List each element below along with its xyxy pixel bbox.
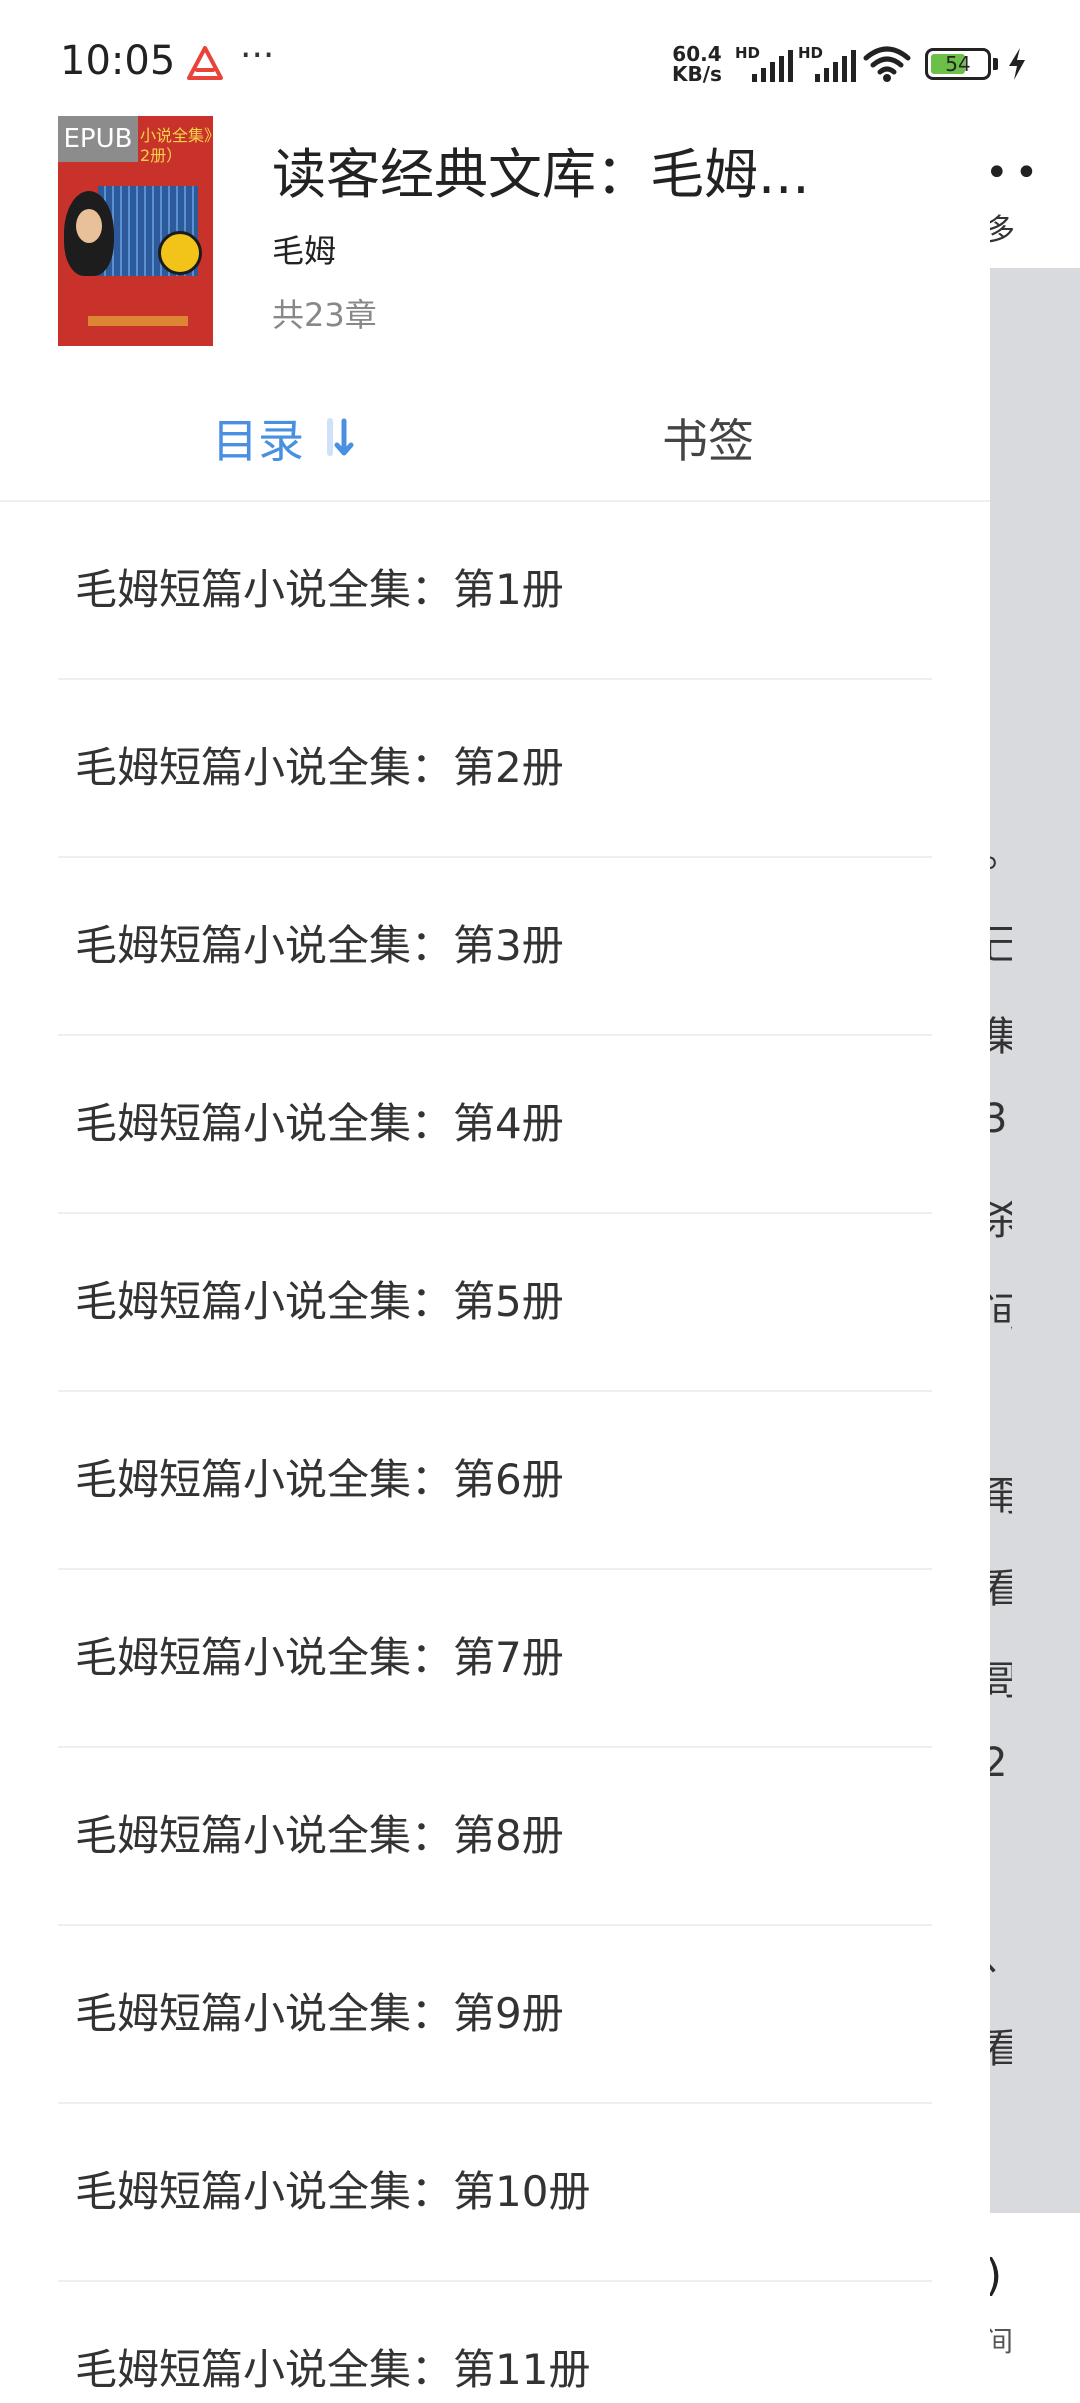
cover-seal <box>158 231 202 275</box>
book-author: 毛姆 <box>272 232 337 270</box>
wifi-icon <box>863 46 911 82</box>
signal-icon: HD <box>735 44 793 82</box>
chapter-item[interactable]: 毛姆短篇小说全集：第4册 <box>0 1036 990 1214</box>
chapter-item[interactable]: 毛姆短篇小说全集：第6册 <box>0 1392 990 1570</box>
chapter-title: 毛姆短篇小说全集：第5册 <box>75 1277 564 1326</box>
network-speed: 60.4 KB/s <box>672 44 722 84</box>
status-bar: 10:05 ··· 60.4 KB/s HD HD 54 <box>0 0 1080 120</box>
chapter-title: 毛姆短篇小说全集：第3册 <box>75 921 564 970</box>
network-speed-unit: KB/s <box>672 62 722 86</box>
cover-title-line: 2册） <box>140 146 183 165</box>
chapter-title: 毛姆短篇小说全集：第8册 <box>75 1811 564 1860</box>
charging-icon <box>1009 48 1025 80</box>
chapter-item[interactable]: 毛姆短篇小说全集：第8册 <box>0 1748 990 1926</box>
chapter-list: 毛姆短篇小说全集：第1册 毛姆短篇小说全集：第2册 毛姆短篇小说全集：第3册 毛… <box>0 502 990 2403</box>
epub-badge: EPUB <box>58 116 138 162</box>
chapter-count: 共23章 <box>272 296 377 334</box>
sort-order-icon[interactable] <box>318 415 358 459</box>
clock: 10:05 <box>60 38 176 84</box>
app-notification-icon <box>187 46 223 80</box>
chapter-title: 毛姆短篇小说全集：第11册 <box>75 2345 591 2394</box>
chapter-item[interactable]: 毛姆短篇小说全集：第9册 <box>0 1926 990 2104</box>
cover-portrait <box>64 191 114 276</box>
more-dots-icon[interactable]: •• <box>985 150 1044 196</box>
chapter-item[interactable]: 毛姆短篇小说全集：第7册 <box>0 1570 990 1748</box>
chapter-item[interactable]: 毛姆短篇小说全集：第2册 <box>0 680 990 858</box>
chapter-title: 毛姆短篇小说全集：第2册 <box>75 743 564 792</box>
book-cover: EPUB 小说全集》 2册） <box>58 116 213 346</box>
chapter-title: 毛姆短篇小说全集：第9册 <box>75 1989 564 2038</box>
chapter-item[interactable]: 毛姆短篇小说全集：第3册 <box>0 858 990 1036</box>
chapter-item[interactable]: 毛姆短篇小说全集：第1册 <box>0 502 990 680</box>
chapter-title: 毛姆短篇小说全集：第7册 <box>75 1633 564 1682</box>
tab-bookmarks[interactable]: 书签 <box>662 405 754 471</box>
chapter-title: 毛姆短篇小说全集：第1册 <box>75 565 564 614</box>
chapter-item[interactable]: 毛姆短篇小说全集：第5册 <box>0 1214 990 1392</box>
more-notifications-icon: ··· <box>240 35 275 76</box>
table-of-contents-drawer: EPUB 小说全集》 2册） 读客经典文库：毛姆... 毛姆 共23章 目录 书… <box>0 0 990 2403</box>
battery-level: 54 <box>945 52 971 76</box>
cover-publisher <box>88 316 188 326</box>
chapter-item[interactable]: 毛姆短篇小说全集：第11册 <box>0 2282 990 2403</box>
network-speed-value: 60.4 <box>672 42 722 66</box>
signal-icon: HD <box>798 44 856 82</box>
tab-contents[interactable]: 目录 <box>212 405 304 471</box>
book-title: 读客经典文库：毛姆... <box>272 143 810 206</box>
chapter-title: 毛姆短篇小说全集：第6册 <box>75 1455 564 1504</box>
battery-cap <box>993 58 998 70</box>
chapter-item[interactable]: 毛姆短篇小说全集：第10册 <box>0 2104 990 2282</box>
cover-title: 小说全集》 2册） <box>140 126 213 166</box>
chapter-title: 毛姆短篇小说全集：第10册 <box>75 2167 591 2216</box>
battery-icon: 54 <box>925 48 991 80</box>
cover-title-line: 小说全集》 <box>140 126 213 145</box>
chapter-title: 毛姆短篇小说全集：第4册 <box>75 1099 564 1148</box>
